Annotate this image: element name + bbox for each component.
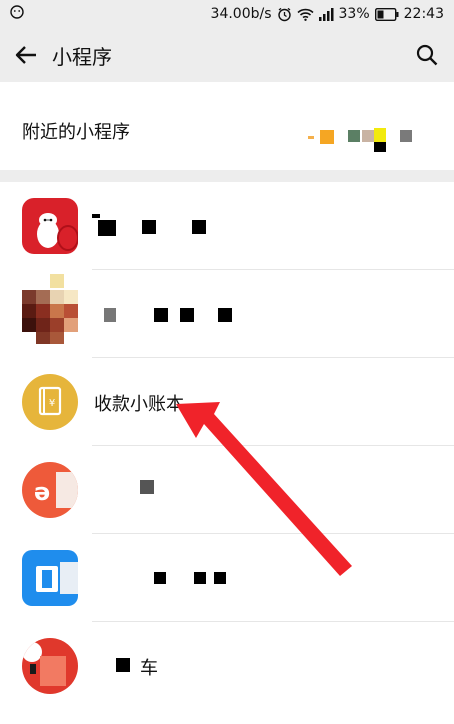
redacted-block	[98, 220, 116, 236]
app-name: 收款小账本	[94, 394, 184, 415]
redacted-block	[92, 214, 100, 218]
smiley-icon	[10, 5, 24, 23]
redacted-block	[142, 220, 156, 234]
redacted-block	[104, 308, 116, 322]
redacted-block	[116, 658, 130, 672]
clock-time: 22:43	[403, 6, 444, 22]
redacted-block	[214, 572, 226, 584]
mascot-app-icon	[22, 198, 78, 254]
nearby-thumb	[374, 142, 386, 152]
mini-program-list: ¥ 收款小账本 ǝ 车	[0, 182, 454, 710]
orange-app-icon: ǝ	[22, 462, 78, 518]
list-item[interactable]	[0, 534, 454, 622]
redacted-block	[218, 308, 232, 322]
wifi-icon	[296, 8, 314, 21]
back-button[interactable]	[0, 28, 52, 82]
list-item[interactable]	[0, 270, 454, 358]
page-title: 小程序	[52, 44, 112, 69]
mosaic-app-icon	[22, 274, 78, 344]
alarm-icon	[277, 7, 292, 22]
svg-text:¥: ¥	[49, 398, 55, 409]
battery-icon	[374, 7, 399, 21]
redacted-block	[180, 308, 194, 322]
nearby-thumb	[362, 130, 374, 142]
nearby-thumb	[320, 130, 334, 144]
ledger-app-icon: ¥	[22, 374, 78, 430]
search-button[interactable]	[400, 28, 454, 82]
nearby-label: 附近的小程序	[22, 122, 130, 143]
redacted-block	[154, 308, 168, 322]
redacted-block	[194, 572, 206, 584]
nearby-thumbnails	[308, 128, 418, 152]
nav-bar: 小程序	[0, 28, 454, 82]
red-app-icon	[22, 638, 78, 694]
svg-text:ǝ: ǝ	[34, 478, 50, 506]
redacted-block	[154, 572, 166, 584]
nearby-mini-programs-row[interactable]: 附近的小程序	[0, 92, 454, 170]
nearby-thumb	[400, 130, 412, 142]
section-gap	[0, 170, 454, 182]
nearby-thumb	[348, 130, 360, 142]
app-name: 车	[140, 658, 158, 679]
redacted-block	[192, 220, 206, 234]
list-item[interactable]: ǝ	[0, 446, 454, 534]
list-item[interactable]	[0, 182, 454, 270]
status-bar: 34.00b/s 33% 22:43	[0, 0, 454, 28]
status-right: 34.00b/s 33% 22:43	[211, 6, 444, 22]
list-item[interactable]: 车	[0, 622, 454, 710]
nearby-thumb	[374, 128, 386, 142]
list-item[interactable]: ¥ 收款小账本	[0, 358, 454, 446]
battery-percent: 33%	[338, 6, 370, 22]
blue-app-icon	[22, 550, 78, 606]
signal-icon	[318, 7, 334, 21]
nearby-thumb	[308, 136, 314, 139]
network-speed: 34.00b/s	[210, 6, 272, 22]
status-left	[10, 5, 24, 23]
redacted-block	[140, 480, 154, 494]
search-icon	[416, 44, 438, 66]
back-arrow-icon	[15, 46, 36, 64]
